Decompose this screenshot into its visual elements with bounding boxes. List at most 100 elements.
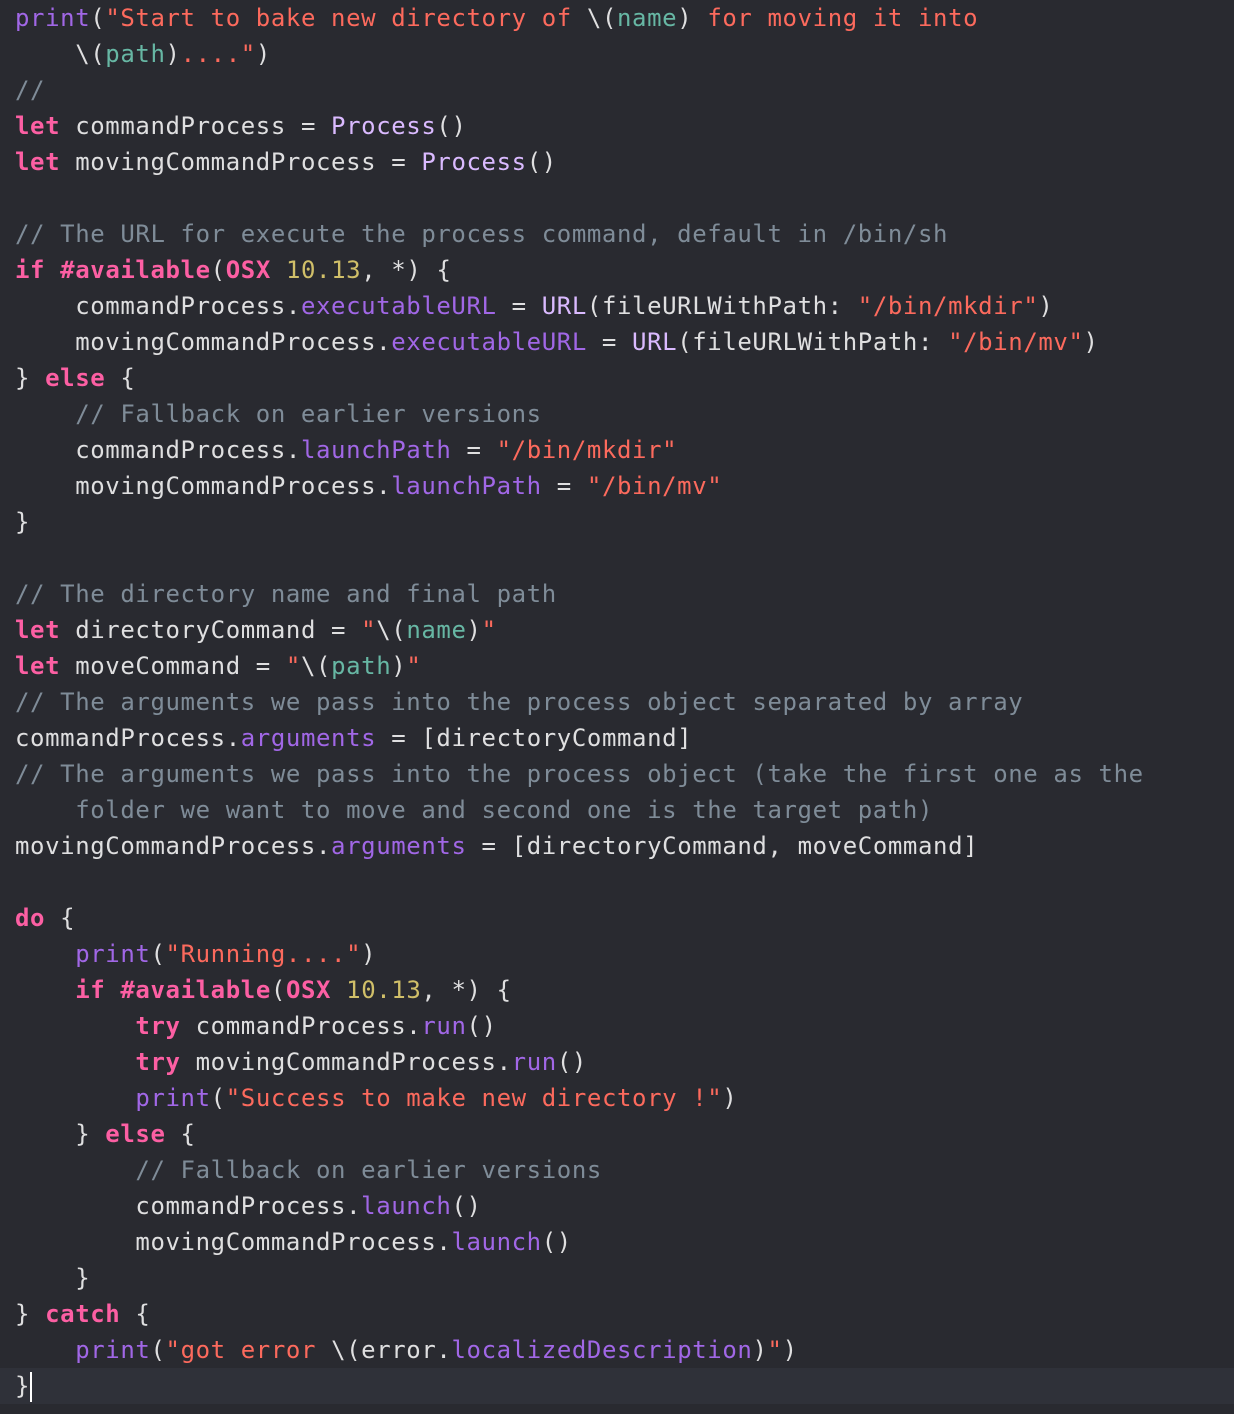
keyword-token: let xyxy=(15,616,61,644)
code-line[interactable]: if #available(OSX 10.13, *) { xyxy=(0,252,1234,288)
code-editor[interactable]: print("Start to bake new directory of \(… xyxy=(0,0,1234,1404)
string-token: "/bin/mv" xyxy=(586,472,723,500)
code-token: ( xyxy=(150,940,166,968)
function-token: run xyxy=(421,1012,467,1040)
keyword-token: do xyxy=(15,904,46,932)
string-token: " xyxy=(285,652,301,680)
code-line[interactable]: movingCommandProcess.executableURL = URL… xyxy=(0,324,1234,360)
code-line[interactable]: print("Start to bake new directory of \(… xyxy=(0,0,1234,36)
code-token: ) xyxy=(165,40,181,68)
code-token: movingCommandProcess. xyxy=(15,1228,452,1256)
string-token: " xyxy=(481,616,497,644)
code-line[interactable]: let directoryCommand = "\(name)" xyxy=(0,612,1234,648)
code-token: ) xyxy=(255,40,271,68)
function-token: print xyxy=(75,940,151,968)
code-line[interactable]: // Fallback on earlier versions xyxy=(0,396,1234,432)
text-cursor xyxy=(30,1372,33,1402)
string-token: "Success to make new directory !" xyxy=(225,1084,723,1112)
code-token: = xyxy=(541,472,587,500)
code-token: () xyxy=(466,1012,497,1040)
code-token: () xyxy=(526,148,557,176)
keyword-token: #available xyxy=(120,976,271,1004)
function-token: launchPath xyxy=(391,472,542,500)
keyword-token: OSX xyxy=(285,976,332,1004)
code-token: ( xyxy=(150,1336,166,1364)
comment-token: // xyxy=(15,76,46,104)
type-token: URL xyxy=(632,328,678,356)
code-line[interactable] xyxy=(0,540,1234,576)
code-line[interactable]: // xyxy=(0,72,1234,108)
comment-token: // Fallback on earlier versions xyxy=(15,1156,602,1184)
code-line[interactable]: try commandProcess.run() xyxy=(0,1008,1234,1044)
keyword-token: if xyxy=(15,256,46,284)
code-token: commandProcess. xyxy=(15,724,241,752)
code-line[interactable]: \(path)....") xyxy=(0,36,1234,72)
code-token: \( xyxy=(300,652,332,680)
code-token: , *) { xyxy=(361,256,452,284)
code-token: } xyxy=(15,508,31,536)
code-line[interactable]: } xyxy=(0,1368,1234,1404)
code-line[interactable]: if #available(OSX 10.13, *) { xyxy=(0,972,1234,1008)
code-line[interactable]: } else { xyxy=(0,360,1234,396)
code-line[interactable]: let movingCommandProcess = Process() xyxy=(0,144,1234,180)
code-token: moveCommand = xyxy=(60,652,286,680)
code-line[interactable]: commandProcess.executableURL = URL(fileU… xyxy=(0,288,1234,324)
code-line[interactable]: movingCommandProcess.launchPath = "/bin/… xyxy=(0,468,1234,504)
code-line[interactable]: movingCommandProcess.launch() xyxy=(0,1224,1234,1260)
code-token: = [directoryCommand] xyxy=(376,724,693,752)
code-line[interactable]: commandProcess.launch() xyxy=(0,1188,1234,1224)
string-token: for moving it into xyxy=(692,4,979,32)
code-line[interactable]: let moveCommand = "\(path)" xyxy=(0,648,1234,684)
keyword-token: let xyxy=(15,112,61,140)
code-line[interactable]: try movingCommandProcess.run() xyxy=(0,1044,1234,1080)
code-line[interactable]: commandProcess.launchPath = "/bin/mkdir" xyxy=(0,432,1234,468)
code-token: ) xyxy=(391,652,407,680)
string-token: "/bin/mv" xyxy=(948,328,1084,356)
interpolation-token: name xyxy=(617,4,678,32)
code-line[interactable] xyxy=(0,180,1234,216)
code-line[interactable] xyxy=(0,864,1234,900)
code-line[interactable]: } xyxy=(0,1260,1234,1296)
code-token: } xyxy=(15,1372,31,1400)
string-token: "/bin/mkdir" xyxy=(496,436,678,464)
keyword-token: if xyxy=(75,976,106,1004)
code-line[interactable]: let commandProcess = Process() xyxy=(0,108,1234,144)
code-line[interactable]: } else { xyxy=(0,1116,1234,1152)
code-token: ( xyxy=(270,976,286,1004)
string-token: "got error xyxy=(165,1336,332,1364)
code-line[interactable]: movingCommandProcess.arguments = [direct… xyxy=(0,828,1234,864)
comment-token: // The arguments we pass into the proces… xyxy=(15,688,1024,716)
code-token: ( xyxy=(210,1084,226,1112)
code-line[interactable]: } catch { xyxy=(0,1296,1234,1332)
code-token: ) xyxy=(1083,328,1099,356)
code-line[interactable]: // Fallback on earlier versions xyxy=(0,1152,1234,1188)
function-token: executableURL xyxy=(300,292,497,320)
code-token: () xyxy=(541,1228,572,1256)
code-line[interactable]: print("got error \(error.localizedDescri… xyxy=(0,1332,1234,1368)
function-token: run xyxy=(511,1048,557,1076)
code-token: ) xyxy=(1038,292,1054,320)
code-line[interactable]: } xyxy=(0,504,1234,540)
code-token: ) xyxy=(782,1336,798,1364)
function-token: launch xyxy=(451,1228,542,1256)
code-line[interactable]: // The arguments we pass into the proces… xyxy=(0,756,1234,792)
code-line[interactable]: // The URL for execute the process comma… xyxy=(0,216,1234,252)
string-token: " xyxy=(406,652,422,680)
code-line[interactable]: commandProcess.arguments = [directoryCom… xyxy=(0,720,1234,756)
function-token: print xyxy=(75,1336,151,1364)
code-line[interactable]: folder we want to move and second one is… xyxy=(0,792,1234,828)
code-token: { xyxy=(105,364,136,392)
keyword-token: try xyxy=(135,1048,181,1076)
code-line[interactable]: // The directory name and final path xyxy=(0,576,1234,612)
function-token: arguments xyxy=(331,832,467,860)
code-line[interactable]: print("Running....") xyxy=(0,936,1234,972)
code-line[interactable]: print("Success to make new directory !") xyxy=(0,1080,1234,1116)
code-token: { xyxy=(165,1120,196,1148)
code-line[interactable]: do { xyxy=(0,900,1234,936)
keyword-token: #available xyxy=(60,256,211,284)
code-line[interactable]: // The arguments we pass into the proces… xyxy=(0,684,1234,720)
